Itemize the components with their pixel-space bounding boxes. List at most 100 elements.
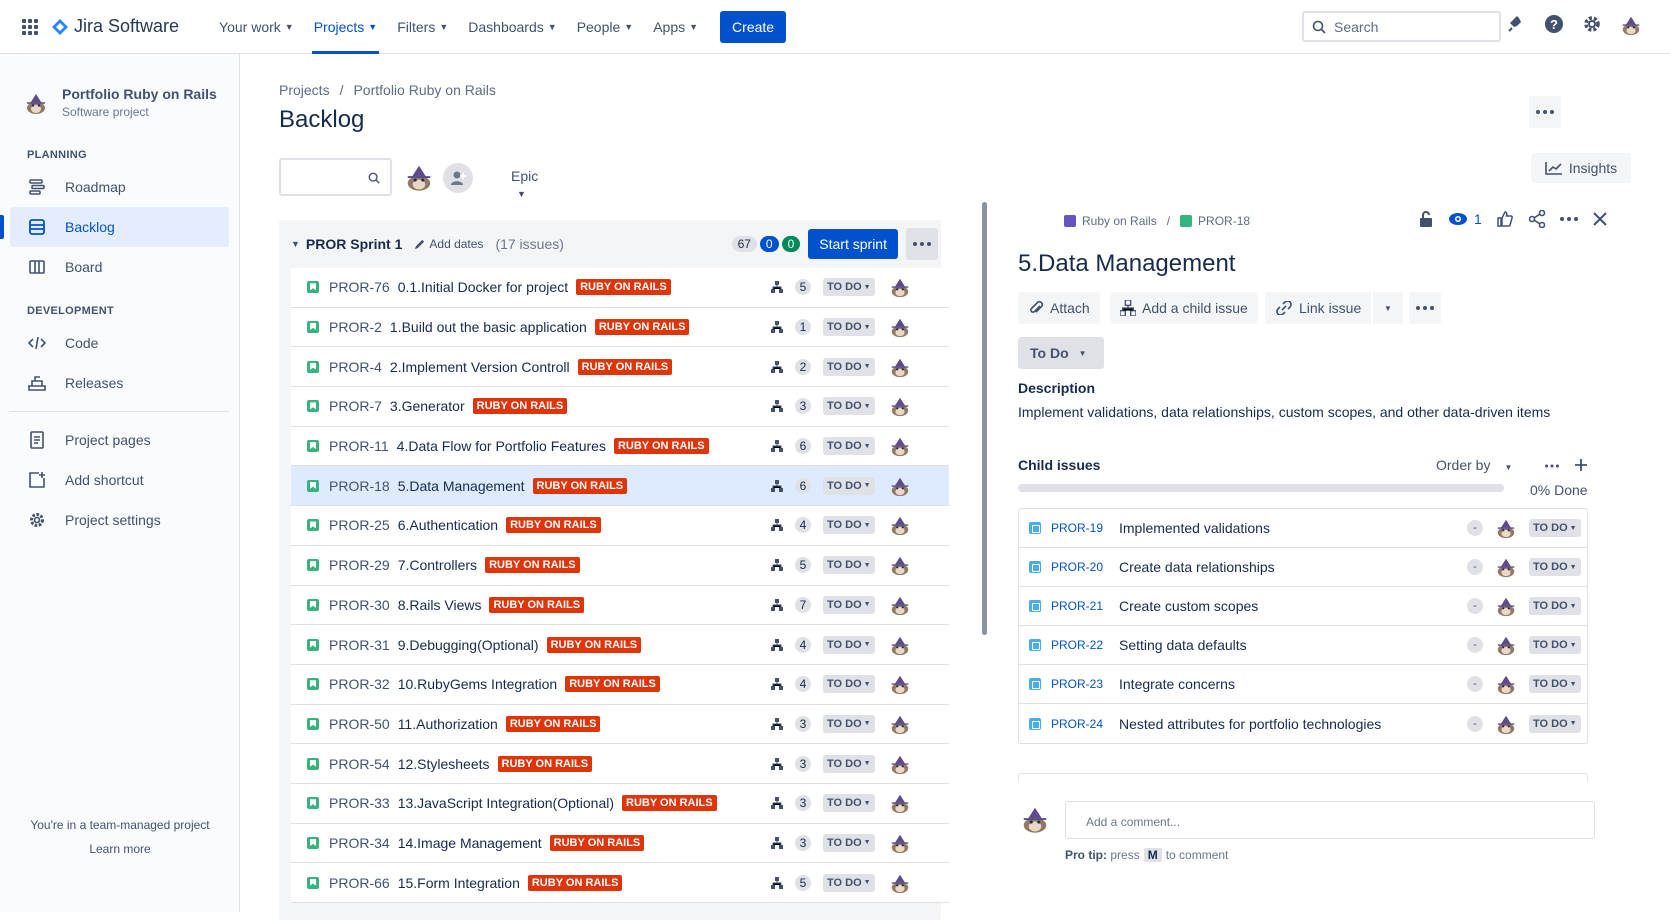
issue-row[interactable]: PROR-32 10.RubyGems Integration RUBY ON RA… [291,665,949,705]
status-dropdown[interactable]: TO DO ▼ [823,675,875,694]
nav-dashboards[interactable]: Dashboards ▼ [458,0,566,54]
assignee-avatar[interactable] [889,276,911,298]
issue-row[interactable]: PROR-30 8.Rails Views RUBY ON RAILS 7 TO DO ▼ [291,586,949,626]
learn-more-link[interactable]: Learn more [0,842,240,856]
assignee-avatar[interactable] [889,792,911,814]
status-dropdown[interactable]: TO DO ▼ [823,714,875,733]
status-dropdown[interactable]: TO DO ▼ [823,437,875,456]
status-dropdown[interactable]: TO DO ▼ [823,476,875,495]
backlog-scrollbar[interactable] [982,202,987,635]
help-icon[interactable]: ? [1544,14,1564,34]
issue-row[interactable]: PROR-25 6.Authentication RUBY ON RAILS 4 TO … [291,506,949,546]
epic-filter-dropdown[interactable]: Epic ▼ [511,168,538,200]
status-dropdown[interactable]: TO DO ▼ [823,754,875,773]
assignee-avatar[interactable] [889,514,911,536]
assignee-avatar[interactable] [1495,634,1517,656]
issue-row[interactable]: PROR-4 2.Implement Version Controll RUBY O… [291,347,949,388]
nav-apps[interactable]: Apps ▼ [643,0,708,54]
issue-row[interactable]: PROR-34 14.Image Management RUBY ON RAILS 3… [291,824,949,864]
issue-crumb[interactable]: PROR-18 [1198,214,1250,228]
share-icon[interactable] [1528,210,1546,228]
link-issue-dropdown[interactable]: ▼ [1373,292,1403,324]
assignee-avatar[interactable] [889,554,911,576]
collapse-chevron-icon[interactable]: ▼ [291,239,300,249]
issue-key[interactable]: PROR-33 [329,795,390,811]
child-issue-row[interactable]: PROR-24 Nested attributes for portfolio t… [1019,704,1587,743]
issue-key[interactable]: PROR-50 [329,716,390,732]
status-dropdown[interactable]: TO DO ▼ [1529,519,1581,537]
assignee-avatar[interactable] [889,673,911,695]
assignee-avatar[interactable] [889,634,911,656]
sidebar-item-roadmap[interactable]: Roadmap [10,167,229,207]
issue-key[interactable]: PROR-11 [329,438,389,454]
create-button[interactable]: Create [720,10,787,43]
child-issue-key[interactable]: PROR-24 [1051,717,1119,731]
lock-icon[interactable] [1418,210,1434,228]
issue-row[interactable]: PROR-33 13.JavaScript Integration(Optiona… [291,784,949,824]
status-dropdown[interactable]: TO DO ▼ [1529,558,1581,576]
status-dropdown[interactable]: TO DO ▼ [823,318,875,337]
epic-crumb[interactable]: Ruby on Rails [1082,214,1157,228]
sidebar-item-code[interactable]: Code [10,323,229,363]
status-dropdown[interactable]: TO DO ▼ [1529,714,1581,733]
more-actions-button[interactable] [1409,292,1441,324]
assignee-avatar[interactable] [889,832,911,854]
sprint-more-button[interactable] [906,228,938,260]
assignee-avatar[interactable] [889,435,911,457]
assignee-avatar[interactable] [889,753,911,775]
child-issue-row[interactable]: PROR-19 Implemented validations - TO DO ▼ [1019,509,1587,548]
issue-row[interactable]: PROR-66 15.Form Integration RUBY ON RAILS 5… [291,863,949,903]
add-people-button[interactable] [443,163,473,193]
notifications-icon[interactable] [1506,14,1526,34]
child-issue-key[interactable]: PROR-22 [1051,638,1119,652]
sidebar-item-backlog[interactable]: Backlog [0,207,229,247]
user-avatar[interactable] [1620,14,1642,36]
child-issue-row[interactable]: PROR-21 Create custom scopes - TO DO ▼ [1019,587,1587,626]
project-header[interactable]: Portfolio Ruby on Rails Software project [0,54,239,119]
sidebar-item-releases[interactable]: Releases [10,363,229,403]
issue-key[interactable]: PROR-30 [329,597,390,613]
close-icon[interactable] [1592,211,1608,227]
assignee-avatar[interactable] [889,594,911,616]
assignee-avatar[interactable] [889,872,911,894]
breadcrumb-project[interactable]: Portfolio Ruby on Rails [353,82,495,98]
issue-row[interactable]: PROR-2 1.Build out the basic application R… [291,308,949,348]
child-issue-row[interactable]: PROR-23 Integrate concerns - TO DO ▼ [1019,665,1587,704]
issue-row-selected[interactable]: PROR-18 5.Data Management RUBY ON RAILS 6 TO… [291,466,949,507]
thumbs-up-icon[interactable] [1496,210,1514,228]
child-issue-key[interactable]: PROR-23 [1051,677,1119,691]
assignee-avatar[interactable] [889,316,911,338]
issue-key[interactable]: PROR-2 [329,319,382,335]
start-sprint-button[interactable]: Start sprint [808,229,898,259]
status-dropdown[interactable]: TO DO ▼ [1529,597,1581,615]
nav-projects[interactable]: Projects ▼ [304,0,388,54]
sidebar-item-board[interactable]: Board [10,247,229,287]
more-icon[interactable] [1559,217,1578,221]
assignee-avatar[interactable] [889,713,911,735]
more-icon[interactable] [1545,464,1559,468]
child-issue-key[interactable]: PROR-19 [1051,521,1119,535]
link-issue-button[interactable]: Link issue [1265,292,1372,324]
status-dropdown[interactable]: TO DO ▼ [823,873,875,892]
issue-row[interactable]: PROR-54 12.Stylesheets RUBY ON RAILS 3 TO DO… [291,744,949,784]
issue-key[interactable]: PROR-32 [329,676,390,692]
insights-button[interactable]: Insights [1531,153,1631,183]
status-dropdown[interactable]: TO DO ▼ [823,833,875,852]
status-dropdown[interactable]: TO DO ▼ [823,794,875,813]
assignee-avatar[interactable] [1495,673,1517,695]
order-by-dropdown[interactable]: Order by ▼ [1436,457,1512,473]
nav-people[interactable]: People ▼ [567,0,644,54]
breadcrumb-projects[interactable]: Projects [279,82,330,98]
backlog-search-input[interactable] [279,158,392,196]
nav-your-work[interactable]: Your work ▼ [209,0,304,54]
assignee-filter-avatar[interactable] [404,162,434,192]
sidebar-item-project-settings[interactable]: Project settings [10,500,229,540]
assignee-avatar[interactable] [1495,595,1517,617]
issue-key[interactable]: PROR-29 [329,557,390,573]
page-more-button[interactable] [1529,96,1561,128]
assignee-avatar[interactable] [1495,713,1517,735]
description-text[interactable]: Implement validations, data relationship… [1018,404,1550,420]
sidebar-item-project-pages[interactable]: Project pages [10,420,229,460]
assignee-avatar[interactable] [889,395,911,417]
issue-title[interactable]: 5.Data Management [1018,250,1235,278]
